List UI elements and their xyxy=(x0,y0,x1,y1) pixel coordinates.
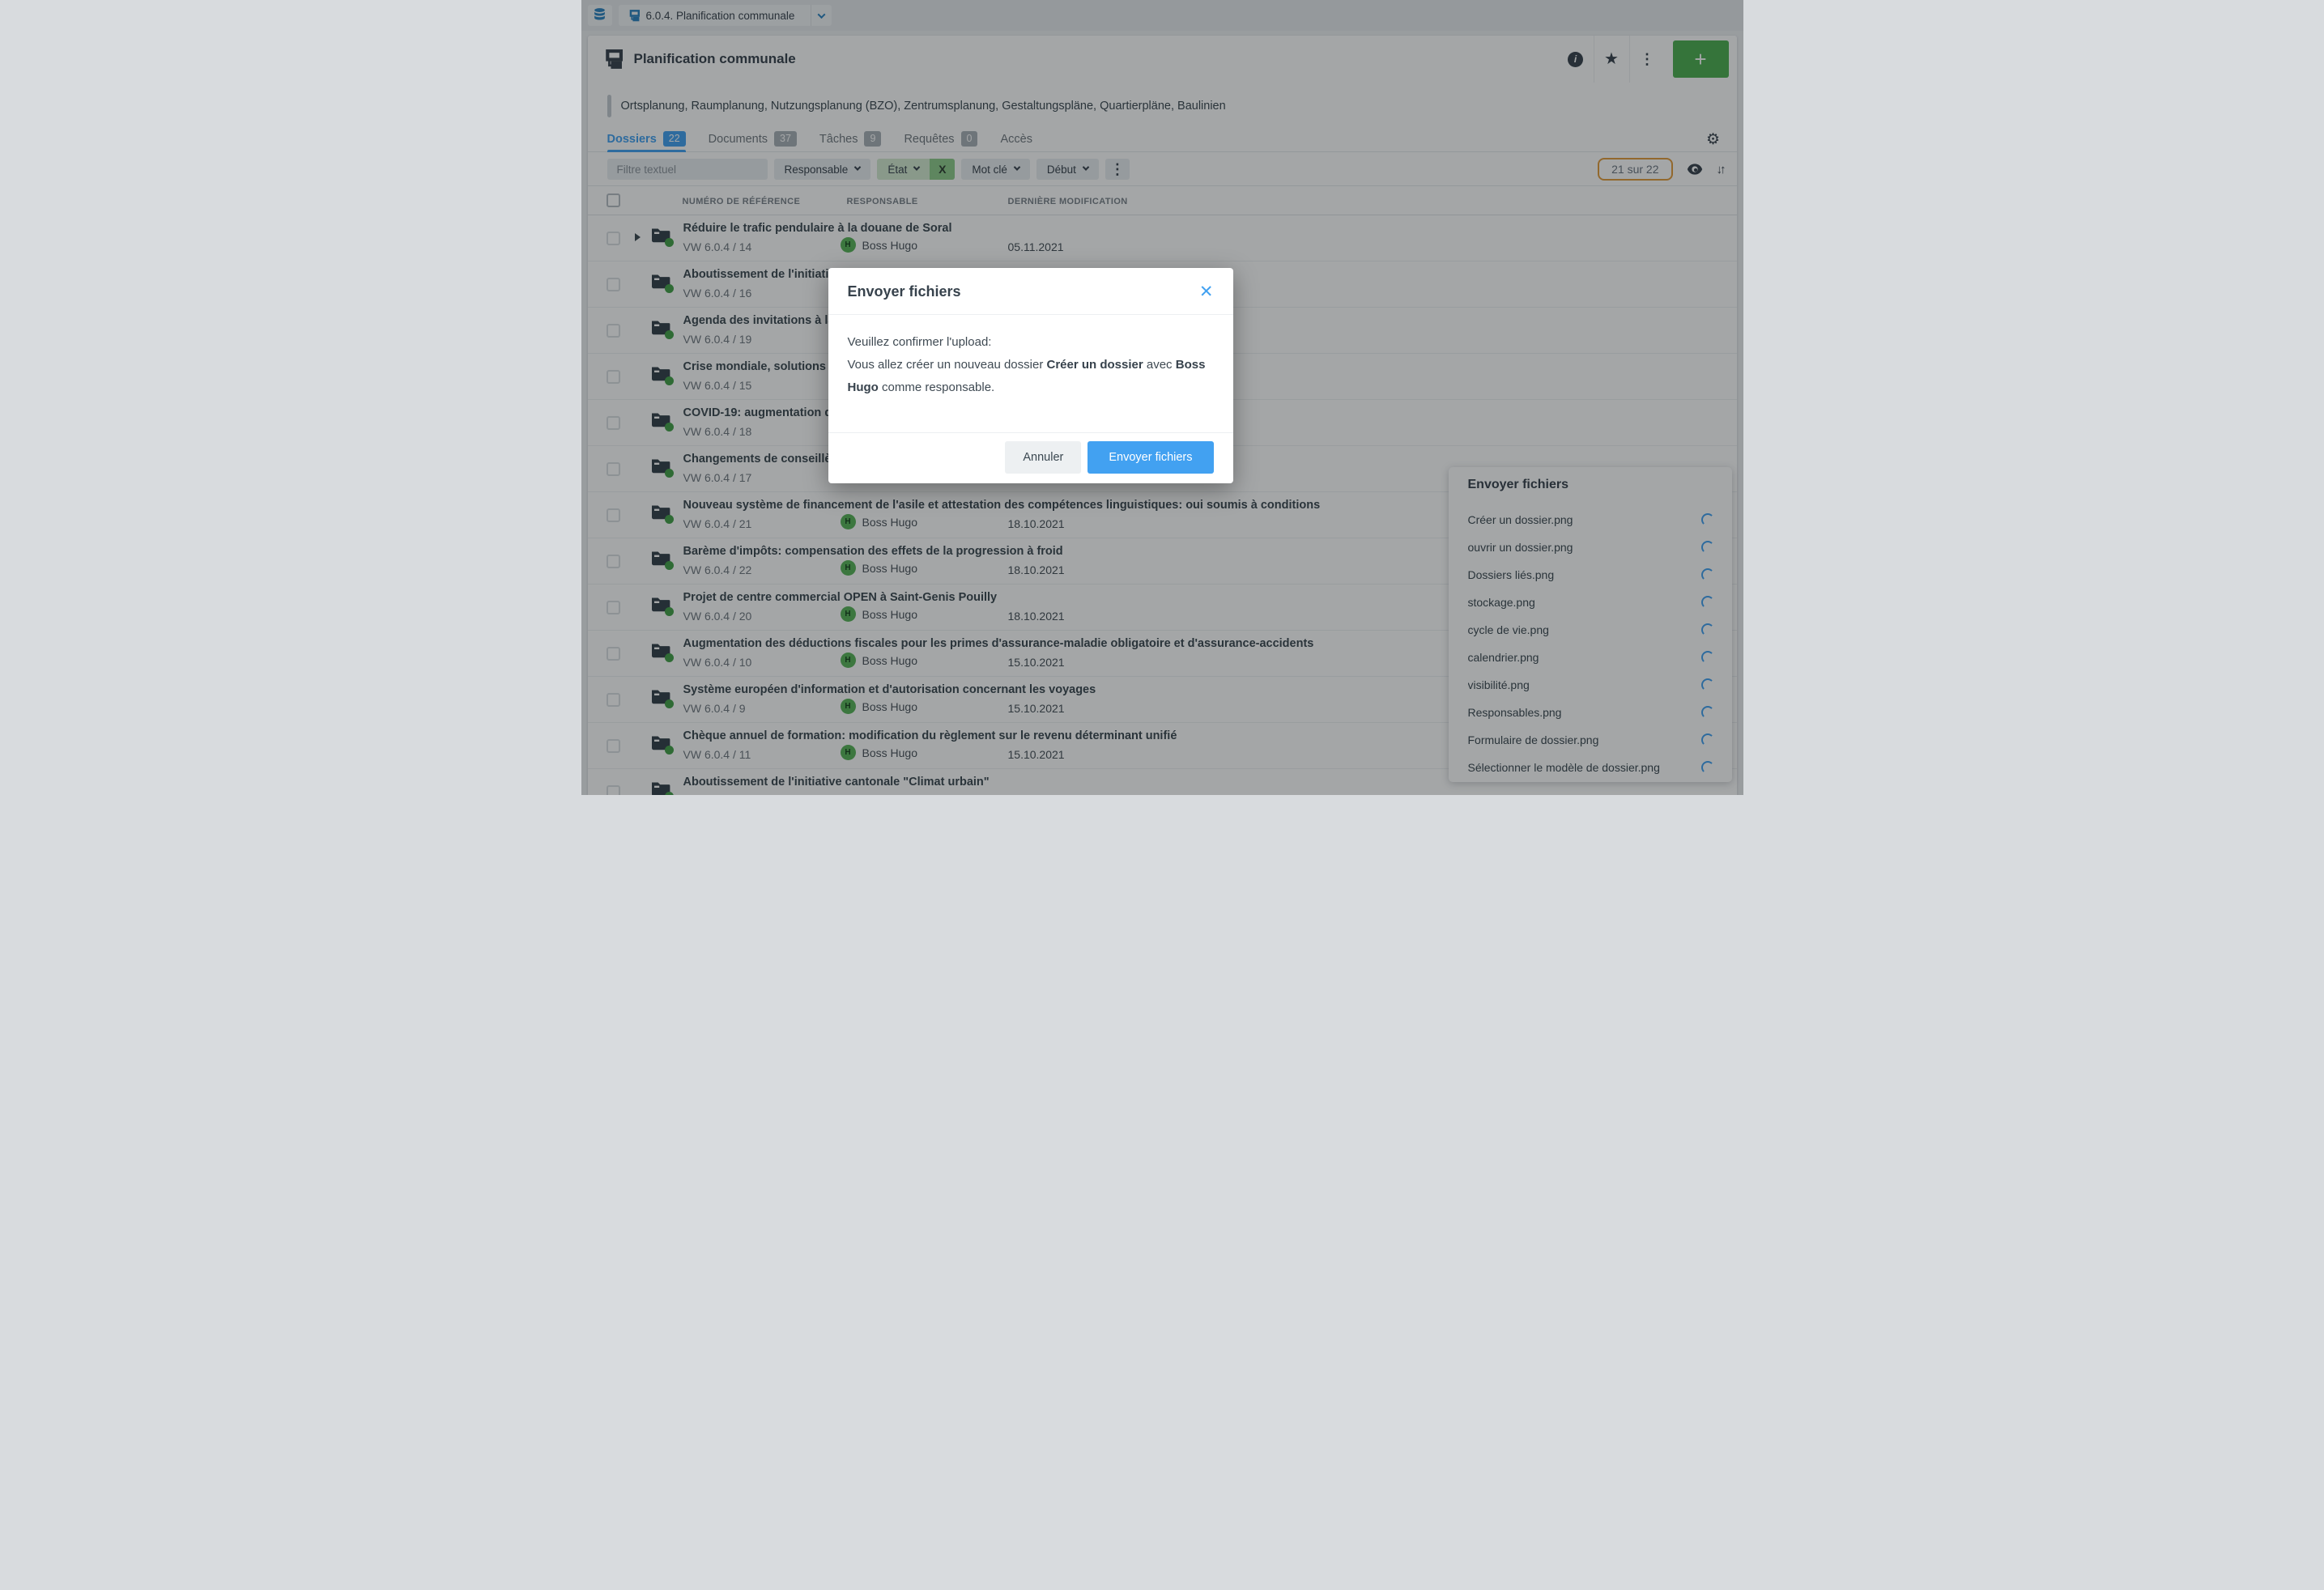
app-window: 6.0.4. Planification communale Planifica… xyxy=(581,0,1743,795)
new-folder-name: Créer un dossier xyxy=(1046,358,1143,372)
confirm-detail: Vous allez créer un nouveau dossier Crée… xyxy=(848,354,1214,399)
dialog-close-button[interactable]: ✕ xyxy=(1198,282,1215,302)
cancel-button[interactable]: Annuler xyxy=(1005,441,1081,474)
dialog-footer: Annuler Envoyer fichiers xyxy=(828,432,1233,483)
dialog-body: Veuillez confirmer l'upload: Vous allez … xyxy=(828,315,1233,432)
upload-confirm-dialog: Envoyer fichiers ✕ Veuillez confirmer l'… xyxy=(828,268,1233,483)
close-icon: ✕ xyxy=(1199,283,1214,301)
confirm-instruction: Veuillez confirmer l'upload: xyxy=(848,331,1214,354)
dialog-title: Envoyer fichiers xyxy=(848,283,961,300)
confirm-upload-button[interactable]: Envoyer fichiers xyxy=(1088,441,1213,474)
